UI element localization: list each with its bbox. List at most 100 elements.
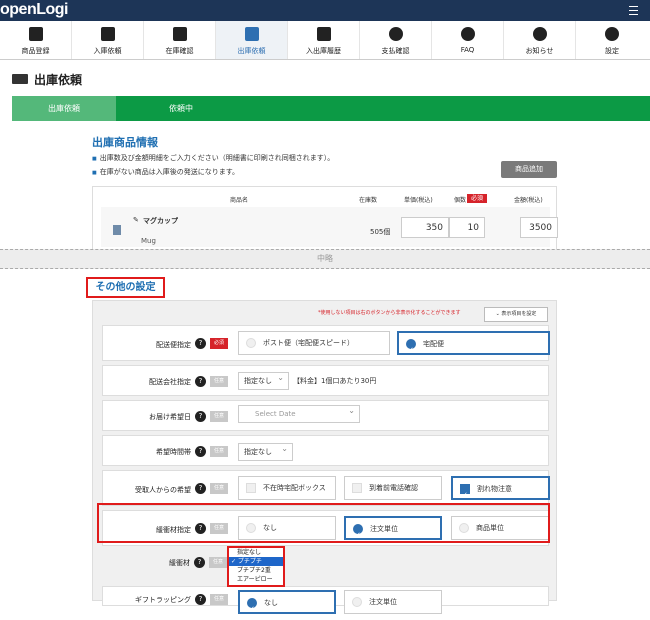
optional-tag: 任意 [210, 376, 228, 387]
dropdown-option[interactable]: 指定なし [229, 548, 283, 557]
bell-icon [532, 27, 547, 41]
nav-label: 出庫依頼 [237, 47, 266, 55]
time-select[interactable]: 指定なし [238, 441, 293, 461]
amount-input[interactable]: 3500 [520, 217, 558, 238]
stock-check-icon [172, 27, 187, 41]
checkbox-icon [460, 484, 470, 506]
step-outbound-request: 出庫依頼 [12, 96, 116, 121]
main-nav: 商品登録 入庫依頼 在庫確認 出庫依頼 入出庫履歴 支払確認 FAQ お知らせ … [0, 21, 650, 60]
top-bar: openLogi [0, 0, 650, 21]
radio-icon [247, 598, 257, 620]
display-settings-button[interactable]: ⌄ 表示項目を設定 [484, 307, 548, 322]
omitted-divider: 中略 [0, 249, 650, 269]
delivery-box-option[interactable]: 不在時宅配ボックス [238, 476, 336, 500]
phone-confirm-option[interactable]: 到着前電話確認 [344, 476, 442, 500]
checkbox-icon [246, 483, 256, 493]
time-row: 希望時間帯 ? 任意 指定なし [102, 435, 549, 466]
header-stock: 在庫数 [359, 197, 378, 204]
gift-label: ギフトラッピング [135, 596, 191, 604]
product-stock: 505個 [370, 228, 391, 236]
nav-label: お知らせ [525, 47, 554, 55]
product-table: 商品名 在庫数 単価(税込) 個数 必須 金額(税込) ✎ マグカップ Mug … [92, 186, 558, 251]
nav-label: 入出庫履歴 [306, 47, 341, 55]
gear-icon [605, 27, 619, 41]
product-section-title: 出庫商品情報 [92, 136, 158, 149]
option-label: なし [264, 599, 278, 607]
nav-stock-check[interactable]: 在庫確認 [144, 21, 216, 59]
nav-payment[interactable]: 支払確認 [360, 21, 432, 59]
stock-note: 在庫がない商品は入庫後の発送になります。 [92, 167, 239, 177]
dropdown-option-selected[interactable]: ✓ プチプチ [229, 557, 283, 566]
question-icon [460, 27, 475, 41]
company-fee: 【料金】1個口あたり30円 [293, 377, 377, 385]
table-row: ✎ マグカップ Mug 505個 350 10 3500 [101, 207, 558, 247]
question-icon[interactable]: ? [195, 376, 206, 387]
question-icon[interactable]: ? [194, 557, 205, 568]
add-product-button[interactable]: 商品追加 [501, 161, 557, 178]
delivery-label: 配送便指定 [156, 341, 191, 349]
fragile-option[interactable]: 割れ物注意 [451, 476, 550, 506]
company-label: 配送会社指定 [149, 378, 191, 386]
truck-icon [12, 74, 28, 84]
question-icon[interactable]: ? [195, 594, 206, 605]
menu-icon[interactable] [629, 6, 638, 15]
required-badge: 必須 [467, 193, 488, 203]
product-name: マグカップ [143, 217, 178, 225]
nav-history[interactable]: 入出庫履歴 [288, 21, 360, 59]
dropdown-option[interactable]: プチプチ2重 [229, 566, 283, 575]
header-amount: 金額(税込) [514, 197, 543, 204]
yen-icon [388, 27, 403, 41]
page-title: 出庫依頼 [34, 72, 83, 87]
delivery-row: 配送便指定 ? 必須 ポスト便（宅配便スピード） 宅配便 [102, 325, 550, 361]
company-row: 配送会社指定 ? 任意 指定なし 【料金】1個口あたり30円 [102, 365, 549, 396]
trash-icon[interactable] [113, 225, 121, 235]
cushion-highlight [97, 503, 550, 543]
gift-order-option[interactable]: 注文単位 [344, 590, 442, 614]
page-header: 出庫依頼 [12, 72, 83, 87]
nav-label: 設定 [605, 47, 619, 55]
recipient-row: 受取人からの希望 ? 任意 不在時宅配ボックス 到着前電話確認 割れ物注意 [102, 470, 550, 506]
other-settings-panel: *使用しない項目は右のボタンから非表示化することができます ⌄ 表示項目を設定 … [92, 300, 557, 620]
time-label: 希望時間帯 [156, 448, 191, 456]
question-icon[interactable]: ? [195, 483, 206, 494]
post-delivery-option[interactable]: ポスト便（宅配便スピード） [238, 331, 390, 355]
nav-inbound-request[interactable]: 入庫依頼 [72, 21, 144, 59]
dropdown-option[interactable]: エアーピロー [229, 575, 283, 584]
courier-delivery-option[interactable]: 宅配便 [397, 331, 550, 361]
other-settings-title: その他の設定 [86, 277, 165, 298]
openlogi-logo[interactable]: openLogi [0, 1, 68, 19]
product-register-icon [28, 27, 43, 41]
option-label: ポスト便（宅配便スピード） [263, 339, 354, 347]
pencil-icon[interactable]: ✎ [133, 216, 139, 224]
hide-items-note: *使用しない項目は右のボタンから非表示化することができます [318, 310, 461, 316]
product-info-note: 出庫数及び金額明細をご入力ください（明細書に印刷され同梱されます）。 [92, 153, 335, 163]
date-row: お届け希望日 ? 任意 Select Date [102, 400, 549, 431]
question-icon[interactable]: ? [195, 338, 206, 349]
nav-notice[interactable]: お知らせ [504, 21, 576, 59]
history-icon [316, 27, 331, 41]
header-name: 商品名 [230, 197, 249, 204]
nav-product-register[interactable]: 商品登録 [0, 21, 72, 59]
header-qty: 個数 [454, 197, 467, 204]
optional-tag: 任意 [210, 446, 228, 457]
step-requesting: 依頼中 [169, 104, 193, 113]
nav-label: 商品登録 [21, 47, 50, 55]
question-icon[interactable]: ? [195, 411, 206, 422]
company-select[interactable]: 指定なし [238, 370, 289, 390]
checkbox-icon [352, 483, 362, 493]
truck-icon [244, 27, 259, 41]
nav-settings[interactable]: 設定 [576, 21, 648, 59]
date-input[interactable]: Select Date [238, 403, 360, 423]
product-name-en: Mug [141, 237, 156, 245]
price-input[interactable]: 350 [401, 217, 449, 238]
qty-input[interactable]: 10 [449, 217, 485, 238]
option-label: 到着前電話確認 [369, 484, 418, 492]
recipient-label: 受取人からの希望 [135, 486, 191, 494]
material-row: 緩衝材 ? 任意 [102, 550, 549, 574]
gift-none-option[interactable]: なし [238, 590, 336, 620]
material-dropdown[interactable]: 指定なし ✓ プチプチ プチプチ2重 エアーピロー [227, 546, 285, 587]
date-label: お届け希望日 [149, 413, 191, 421]
nav-faq[interactable]: FAQ [432, 21, 504, 59]
question-icon[interactable]: ? [195, 446, 206, 457]
nav-outbound-request[interactable]: 出庫依頼 [216, 21, 288, 59]
